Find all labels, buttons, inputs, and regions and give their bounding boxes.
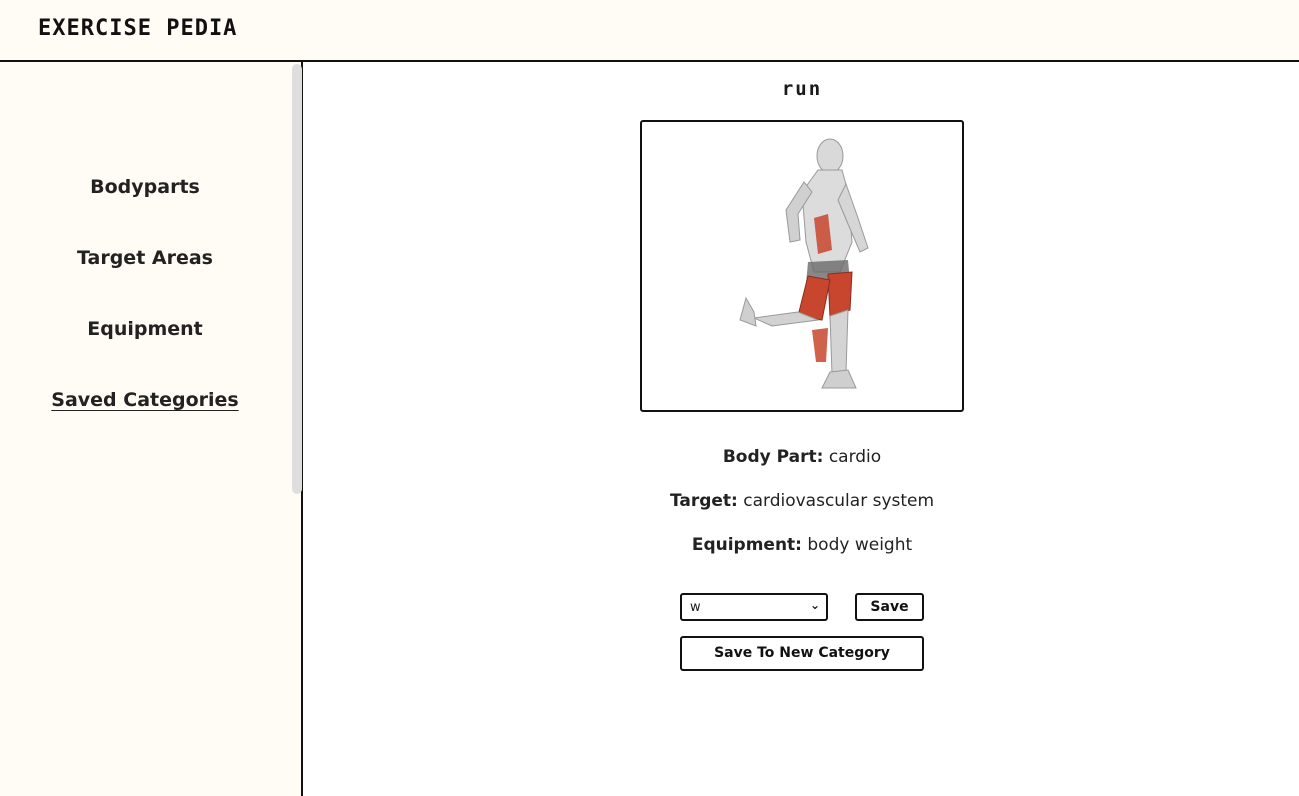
save-to-new-category-button[interactable]: Save To New Category (680, 636, 924, 671)
category-select[interactable]: w ⌄ (680, 593, 828, 621)
exercise-title: run (781, 78, 823, 100)
sidebar: Bodyparts Target Areas Equipment Saved C… (0, 62, 303, 796)
body-part-row: Body Part: cardio (305, 447, 1299, 467)
sidebar-scrollbar[interactable] (292, 64, 302, 494)
equipment-label: Equipment: (691, 535, 802, 555)
app-logo[interactable]: EXERCISE PEDIA (38, 16, 237, 41)
equipment-value: body weight (807, 535, 913, 555)
sidebar-item-saved-categories[interactable]: Saved Categories (0, 389, 290, 411)
target-row: Target: cardiovascular system (305, 491, 1299, 511)
running-figure-illustration (739, 138, 869, 389)
top-header: EXERCISE PEDIA (0, 0, 1299, 62)
sidebar-item-equipment[interactable]: Equipment (0, 318, 290, 340)
body-part-value: cardio (828, 447, 882, 467)
category-select-value: w (690, 600, 701, 615)
equipment-row: Equipment: body weight (305, 535, 1299, 555)
target-value: cardiovascular system (743, 491, 935, 511)
target-label: Target: (669, 491, 738, 511)
save-button[interactable]: Save (855, 593, 924, 621)
chevron-down-icon: ⌄ (809, 598, 820, 612)
exercise-detail: run Body Part: cardio Target: cardiovasc… (305, 62, 1299, 796)
body-part-label: Body Part: (722, 447, 824, 467)
sidebar-item-bodyparts[interactable]: Bodyparts (0, 176, 290, 198)
sidebar-item-target-areas[interactable]: Target Areas (0, 247, 290, 269)
exercise-image (640, 120, 964, 412)
